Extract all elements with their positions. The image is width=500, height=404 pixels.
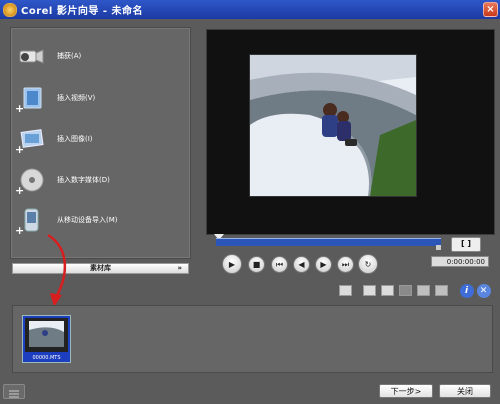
insert-digital-media-command[interactable]: + 插入数字媒体(D) [15,162,110,198]
trim-button[interactable]: [ ] [451,237,481,252]
insert-video-command[interactable]: + 插入视频(V) [15,80,96,116]
previous-frame-button[interactable]: ◀ [293,256,310,273]
mobile-device-icon: + [15,206,45,237]
preview-window [206,29,495,235]
library-title: 素材库 [90,264,111,272]
menu-button[interactable] [3,384,25,399]
insert-image-icon: + [15,125,45,156]
repeat-button[interactable]: ↻ [358,254,378,274]
play-icon: ▶ [228,259,236,269]
media-library: 00000.MTS [12,305,493,373]
split-button[interactable] [362,283,377,298]
title-bar: Corel 影片向导 - 未命名 × [0,0,500,19]
plus-icon: + [15,102,25,115]
stop-icon: ■ [252,260,261,269]
thumbnail-caption: 00000.MTS [32,355,61,361]
annotation-arrow [47,233,67,307]
insert-image-label: 插入图像(I) [57,135,93,143]
app-icon [3,2,17,17]
mark-icon [399,285,412,296]
timecode-field[interactable]: 0:00:00:00 [431,256,489,267]
insert-digital-media-label: 插入数字媒体(D) [57,176,110,184]
insert-video-label: 插入视频(V) [57,94,96,102]
previous-frame-icon: ◀ [298,260,305,269]
trim-end-marker[interactable] [436,245,441,250]
window-title: Corel 影片向导 - 未命名 [21,6,143,17]
info-icon: i [459,283,474,298]
window-close-button[interactable]: × [483,2,498,17]
mark-button[interactable] [398,283,413,298]
import-mobile-label: 从移动设备导入(M) [57,216,118,224]
insert-image-command[interactable]: + 插入图像(I) [15,121,93,157]
close-button[interactable]: 关闭 [439,384,491,398]
rotate-right-icon [435,285,448,296]
delete-icon: ✕ [476,283,491,298]
main-window: 捕获(A) + 插入视频(V) + 插入图像(I) + 插入数字媒体(D) + … [0,19,500,403]
preview-image [249,54,417,197]
skip-end-icon: ⏭ [341,259,350,269]
next-frame-icon: ▶ [320,260,327,269]
camcorder-icon [17,42,45,70]
scene-icon [381,285,394,296]
timeline-scrubber[interactable] [216,238,441,246]
stop-button[interactable]: ■ [248,256,265,273]
repeat-icon: ↻ [364,259,372,269]
thumbnail-image [25,318,68,352]
end-button[interactable]: ⏭ [337,256,354,273]
info-button[interactable]: i [459,283,474,298]
footer-bar: 下一步> 关闭 [0,377,500,403]
scene-button[interactable] [380,283,395,298]
skip-start-icon: ⏮ [275,259,284,269]
sort-button[interactable] [338,283,353,298]
home-button[interactable]: ⏮ [271,256,288,273]
rotate-left-icon [417,285,430,296]
import-panel: 捕获(A) + 插入视频(V) + 插入图像(I) + 插入数字媒体(D) + … [10,27,191,259]
rotate-left-button[interactable] [416,283,431,298]
plus-icon: + [15,143,25,156]
rotate-right-button[interactable] [434,283,449,298]
sort-icon [339,285,352,296]
delete-button[interactable]: ✕ [476,283,491,298]
media-thumbnail[interactable]: 00000.MTS [22,315,71,363]
library-toggle-bar[interactable]: 素材库 » [12,263,189,274]
next-button[interactable]: 下一步> [379,384,433,398]
next-frame-button[interactable]: ▶ [315,256,332,273]
insert-video-icon: + [15,84,45,115]
capture-command[interactable]: 捕获(A) [17,38,81,74]
dvd-disc-icon: + [15,166,45,197]
plus-icon: + [15,184,25,197]
capture-label: 捕获(A) [57,52,82,60]
plus-icon: + [15,224,25,237]
play-button[interactable]: ▶ [222,254,242,274]
chevron-up-icon: » [177,264,182,272]
split-icon [363,285,376,296]
